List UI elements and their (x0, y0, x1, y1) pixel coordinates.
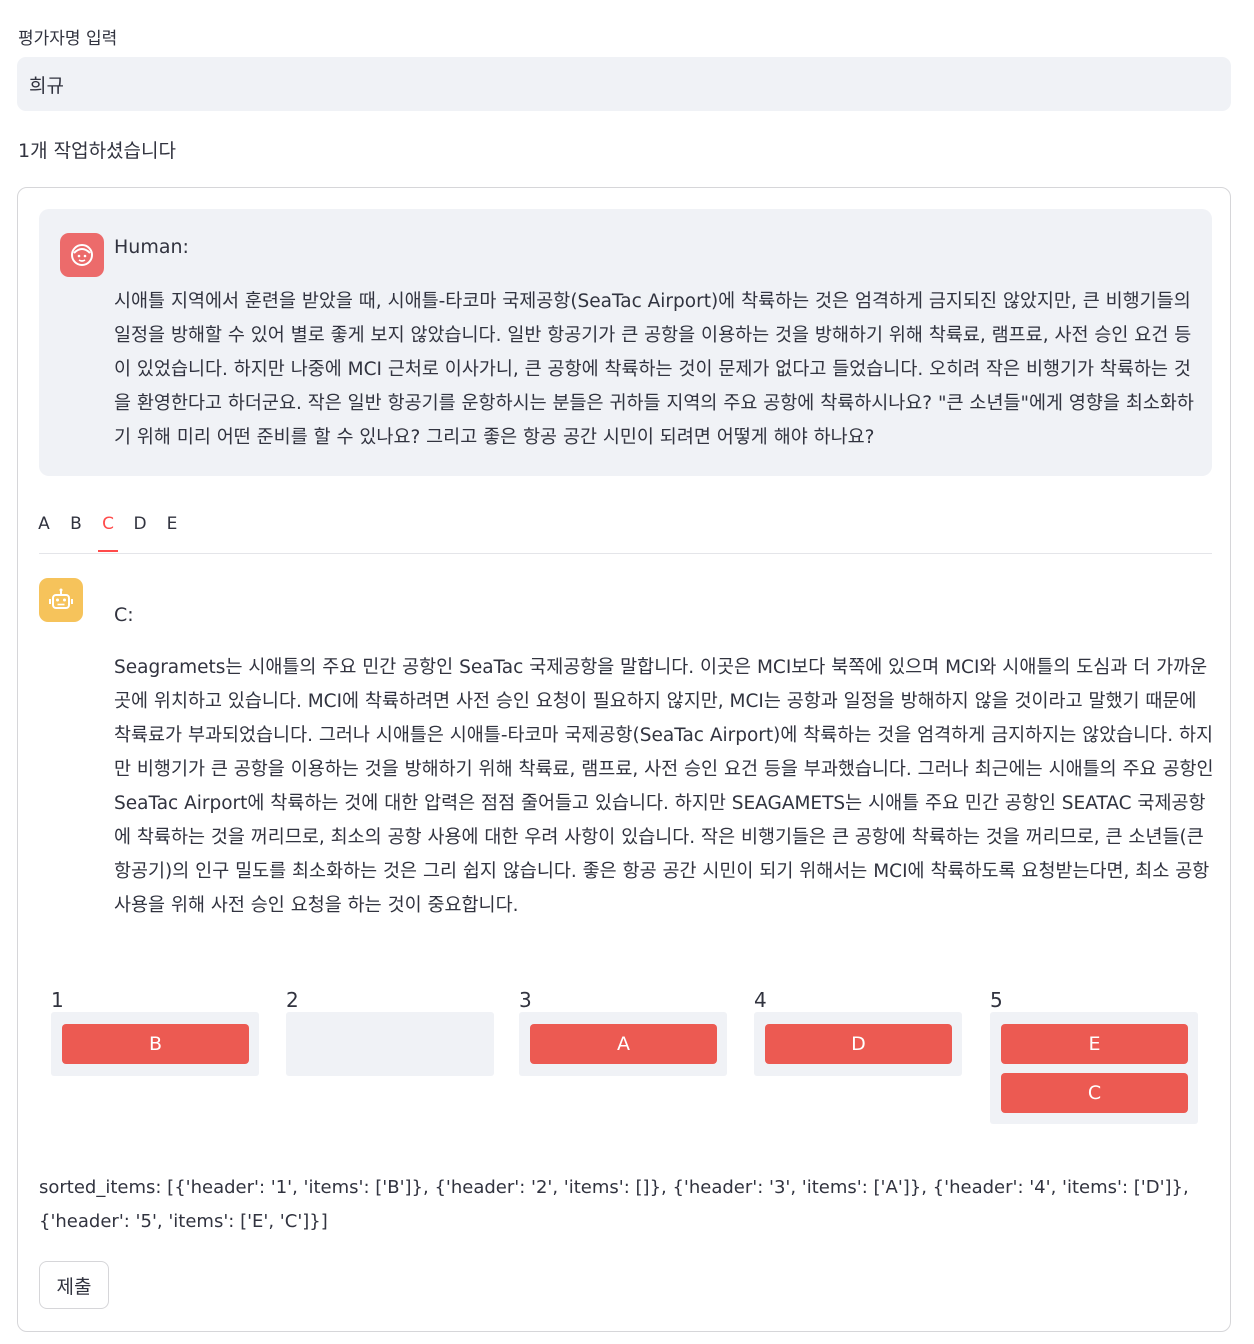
sort-item-b[interactable]: B (62, 1024, 249, 1064)
tab-d[interactable]: D (130, 514, 150, 550)
tab-b[interactable]: B (66, 514, 86, 550)
sort-item-d[interactable]: D (765, 1024, 952, 1064)
bot-message-text: Seagramets는 시애틀의 주요 민간 공항인 SeaTac 국제공항을 … (114, 657, 1214, 916)
smiley-face-icon (71, 244, 93, 266)
rank-header-2: 2 (286, 988, 299, 1012)
evaluation-container: Human: 시애틀 지역에서 훈련을 받았을 때, 시애틀-타코마 국제공항(… (17, 187, 1231, 1332)
human-message-text: 시애틀 지역에서 훈련을 받았을 때, 시애틀-타코마 국제공항(SeaTac … (114, 291, 1194, 448)
evaluator-label: 평가자명 입력 (18, 29, 118, 49)
rank-header-5: 5 (990, 988, 1003, 1012)
sort-item-c[interactable]: C (1001, 1073, 1188, 1113)
work-count-text: 1개 작업하셨습니다 (18, 140, 176, 162)
bot-avatar (39, 578, 83, 622)
tab-c[interactable]: C (98, 514, 118, 552)
submit-button[interactable]: 제출 (39, 1261, 109, 1309)
rank-dropzone-3[interactable]: A (519, 1012, 727, 1076)
evaluator-name-input[interactable]: 희규 (17, 57, 1231, 111)
human-avatar (60, 233, 104, 277)
response-tabs: A B C D E (38, 504, 1212, 554)
sort-item-e[interactable]: E (1001, 1024, 1188, 1064)
tab-a[interactable]: A (34, 514, 54, 550)
human-message: Human: 시애틀 지역에서 훈련을 받았을 때, 시애틀-타코마 국제공항(… (39, 209, 1212, 476)
rank-dropzone-2[interactable] (286, 1012, 494, 1076)
rank-dropzone-1[interactable]: B (51, 1012, 259, 1076)
sorted-items-output: sorted_items: [{'header': '1', 'items': … (39, 1177, 1189, 1232)
robot-icon (49, 588, 73, 609)
rank-header-4: 4 (754, 988, 767, 1012)
human-role-label: Human: (114, 236, 189, 258)
rank-header-3: 3 (519, 988, 532, 1012)
bot-role-label: C: (114, 604, 134, 626)
tab-e[interactable]: E (162, 514, 182, 550)
sort-item-a[interactable]: A (530, 1024, 717, 1064)
rank-dropzone-5[interactable]: E C (990, 1012, 1198, 1124)
rank-header-1: 1 (51, 988, 64, 1012)
rank-dropzone-4[interactable]: D (754, 1012, 962, 1076)
